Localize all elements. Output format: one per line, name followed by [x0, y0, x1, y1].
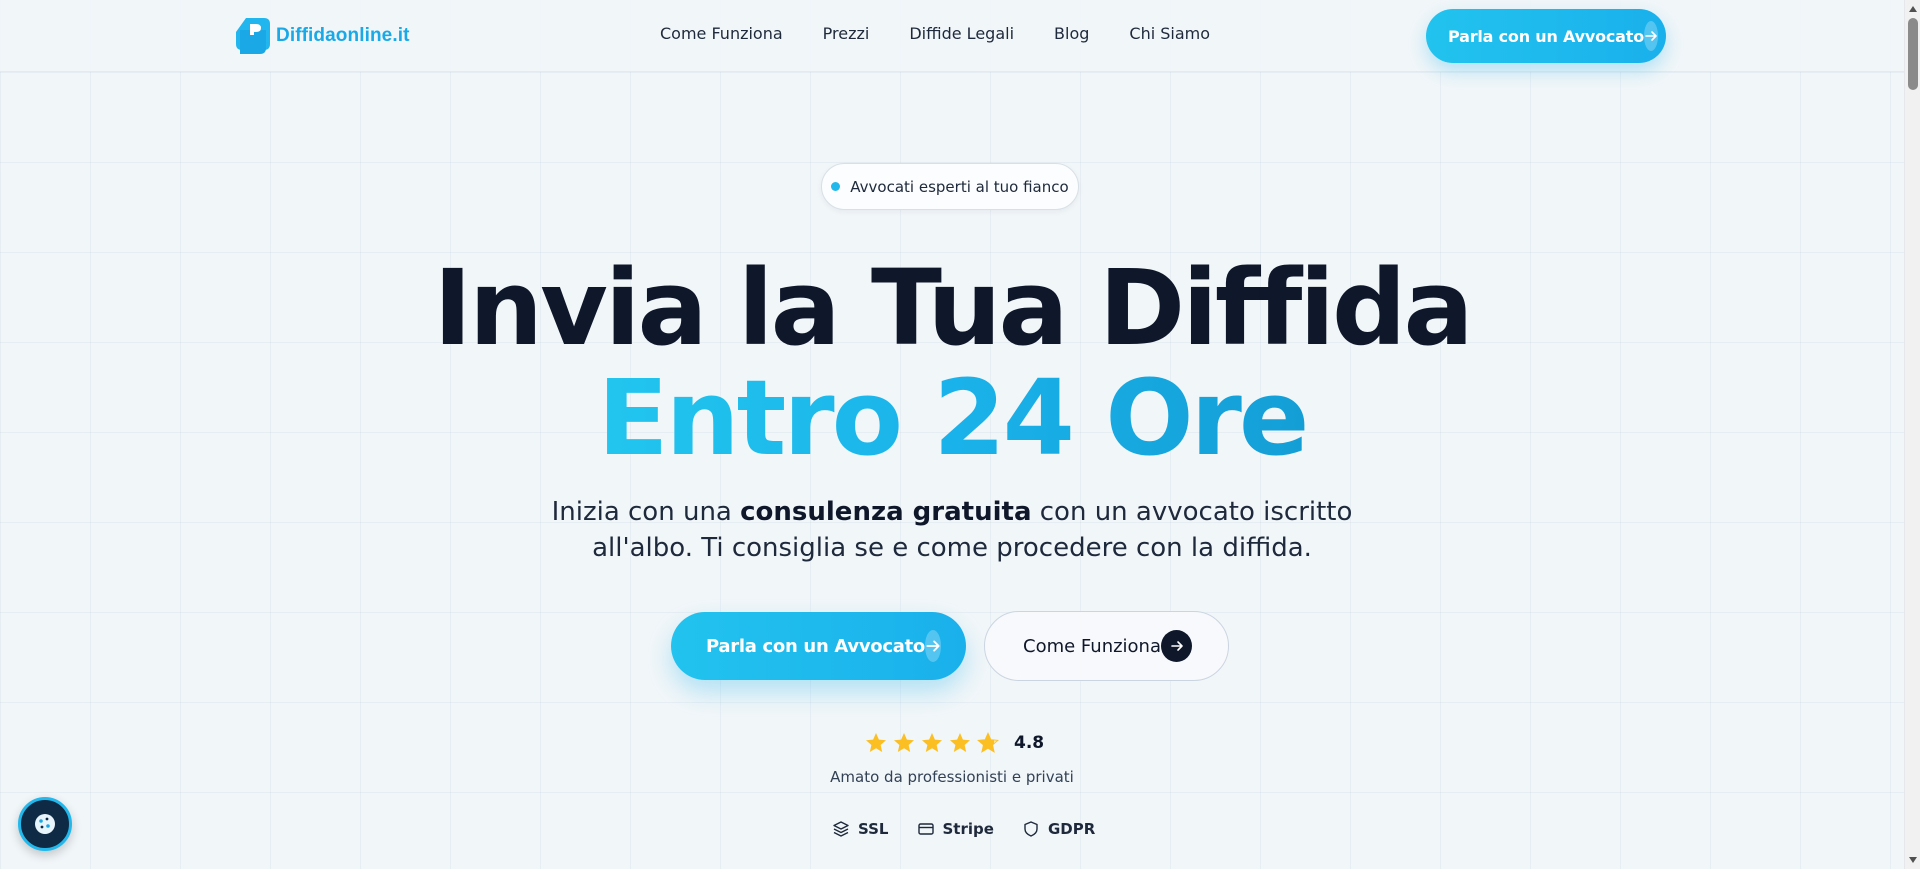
badge-text: Avvocati esperti al tuo fianco: [850, 177, 1069, 196]
rating-caption: Amato da professionisti e privati: [830, 768, 1074, 786]
trust-item-ssl: SSL: [832, 820, 889, 838]
page: Diffidaonline.it Come Funziona Prezzi Di…: [0, 0, 1920, 869]
nav-link-blog[interactable]: Blog: [1054, 24, 1089, 43]
brand-logo[interactable]: Diffidaonline.it: [236, 18, 410, 54]
scroll-down-arrow-icon[interactable]: [1909, 857, 1917, 863]
cookie-settings-button[interactable]: [18, 797, 72, 851]
trust-label: Stripe: [942, 820, 994, 838]
trust-label: SSL: [858, 820, 889, 838]
secondary-cta-button[interactable]: Come Funziona: [984, 611, 1229, 681]
hero-title-line2: Entro 24 Ore: [0, 360, 1904, 476]
star-icon: [866, 733, 886, 752]
badge-dot-icon: [831, 182, 841, 191]
star-partial-icon: [977, 732, 999, 753]
rating: 4.8: [864, 730, 1044, 756]
layers-icon: [833, 821, 849, 837]
star-icon: [894, 733, 914, 752]
subtitle-pre: Inizia con una: [551, 497, 741, 527]
nav-link-prezzi[interactable]: Prezzi: [823, 24, 870, 43]
scroll-up-arrow-icon[interactable]: [1909, 6, 1917, 12]
trust-item-gdpr: GDPR: [1022, 820, 1095, 838]
scroll-thumb[interactable]: [1908, 18, 1918, 90]
top-navbar: Diffidaonline.it Come Funziona Prezzi Di…: [0, 0, 1904, 72]
logo-icon: [236, 18, 270, 54]
hero-title-highlight: Entro 24 Ore: [597, 357, 1310, 479]
nav-cta-button[interactable]: Parla con un Avvocato: [1426, 9, 1666, 63]
star-icon: [950, 733, 970, 752]
hero-title-line1: Invia la Tua Diffida: [433, 247, 1473, 369]
star-icon: [922, 733, 942, 752]
arrow-right-icon: [924, 630, 941, 662]
main-nav: Come Funziona Prezzi Diffide Legali Blog…: [660, 24, 1210, 43]
trust-item-stripe: Stripe: [917, 820, 994, 838]
subtitle-post: con un avvocato iscritto: [1031, 497, 1353, 527]
subtitle-line2: all'albo. Ti consiglia se e come procede…: [592, 533, 1312, 563]
nav-link-come-funziona[interactable]: Come Funziona: [660, 24, 783, 43]
trust-label: GDPR: [1047, 820, 1096, 838]
arrow-right-icon: [1644, 21, 1659, 51]
vertical-scrollbar[interactable]: [1904, 0, 1920, 869]
trust-badges: SSL Stripe GDPR: [832, 820, 1095, 838]
brand-name: Diffidaonline.it: [276, 25, 410, 46]
cookie-icon: [35, 814, 55, 834]
arrow-right-icon: [1161, 630, 1192, 662]
nav-link-chi-siamo[interactable]: Chi Siamo: [1129, 24, 1210, 43]
shield-icon: [1024, 821, 1038, 837]
card-icon: [917, 823, 934, 835]
subtitle-bold: consulenza gratuita: [740, 497, 1032, 527]
rating-value: 4.8: [1014, 733, 1045, 753]
secondary-cta-label: Come Funziona: [1023, 635, 1161, 657]
primary-cta-button[interactable]: Parla con un Avvocato: [671, 612, 966, 680]
hero-subtitle: Inizia con una consulenza gratuita con u…: [0, 494, 1904, 566]
primary-cta-label: Parla con un Avvocato: [706, 635, 925, 657]
hero-badge: Avvocati esperti al tuo fianco: [821, 163, 1079, 210]
nav-link-diffide-legali[interactable]: Diffide Legali: [909, 24, 1014, 43]
nav-cta-label: Parla con un Avvocato: [1448, 26, 1645, 46]
